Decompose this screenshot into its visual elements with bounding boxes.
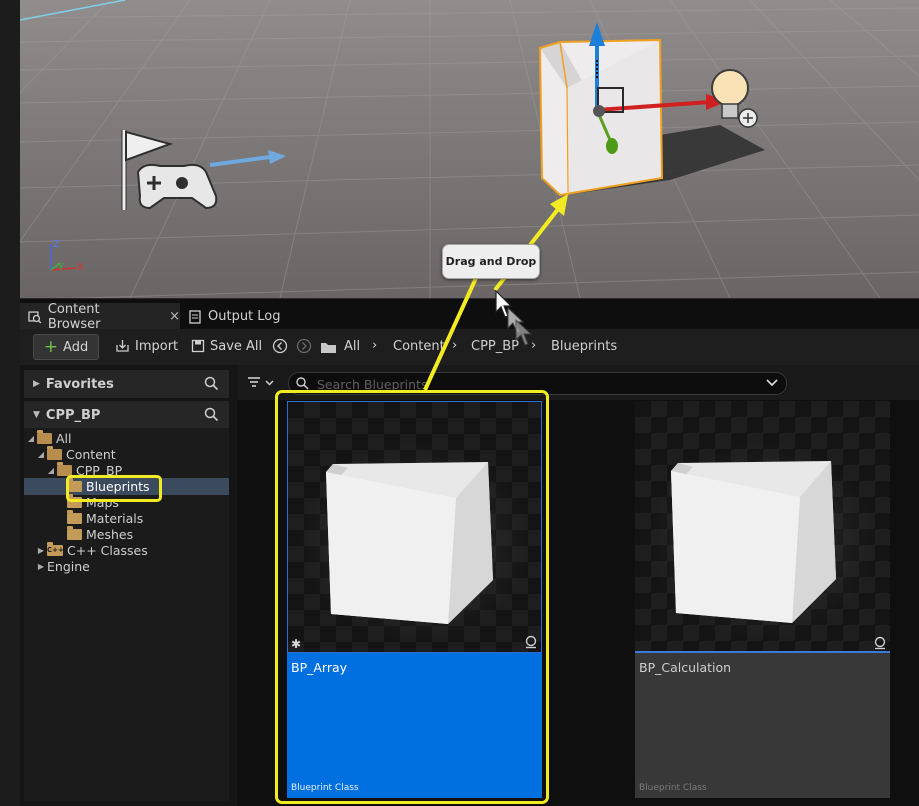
back-arrow-icon <box>272 338 288 354</box>
favorites-header[interactable]: ▶ Favorites <box>24 370 229 398</box>
chevron-down-icon: ▼ <box>33 410 40 420</box>
chevron-down-icon: ◢ <box>37 449 45 459</box>
folder-open-icon <box>37 429 52 444</box>
mouse-cursor-icon <box>495 290 533 346</box>
save-icon <box>191 339 205 353</box>
axis-label-x: X <box>77 262 84 273</box>
add-button[interactable]: + Add <box>33 334 99 360</box>
tree-label: All <box>56 430 72 446</box>
output-log-icon <box>189 309 201 324</box>
close-icon[interactable]: × <box>169 309 180 324</box>
drag-line-icon <box>423 277 478 391</box>
tree-item-meshes[interactable]: Meshes <box>67 525 134 542</box>
breadcrumb-blueprints[interactable]: Blueprints <box>551 339 617 354</box>
tree-label: Meshes <box>86 526 134 542</box>
filter-icon <box>248 377 274 387</box>
folder-open-icon <box>47 445 62 460</box>
save-all-button[interactable]: Save All <box>191 334 262 358</box>
tree-item-content[interactable]: ◢ Content <box>36 445 116 462</box>
plus-icon: + <box>43 336 59 357</box>
folder-icon <box>67 509 82 524</box>
forward-button[interactable] <box>296 338 312 358</box>
asset-label-area: BP_Calculation Blueprint Class <box>635 653 890 798</box>
asset-thumbnail <box>635 401 890 653</box>
asset-tile-bp-calculation[interactable]: BP_Calculation Blueprint Class <box>635 401 890 798</box>
code-folder-icon: C++ <box>47 541 64 556</box>
favorites-label: Favorites <box>45 376 114 392</box>
project-label: CPP_BP <box>45 407 101 423</box>
tree-item-cpp-classes[interactable]: ▶ C++ C++ Classes <box>36 541 148 558</box>
forward-arrow-icon <box>296 338 312 354</box>
tab-content-browser[interactable]: Content Browser × <box>20 301 180 332</box>
folder-icon <box>321 343 336 353</box>
asset-name: BP_Calculation <box>639 660 732 675</box>
left-dock-strip <box>0 0 20 806</box>
filter-button[interactable] <box>247 375 275 394</box>
breadcrumb-all[interactable]: All <box>344 339 360 354</box>
tab-output-log[interactable]: Output Log <box>180 303 290 330</box>
import-label: Import <box>135 338 179 354</box>
content-browser-icon <box>28 310 42 323</box>
search-icon[interactable] <box>204 376 219 391</box>
tree-label: Engine <box>47 558 90 574</box>
folder-root-button[interactable] <box>320 339 337 358</box>
chevron-right-icon[interactable]: › <box>372 338 377 353</box>
asset-type: Blueprint Class <box>639 783 707 793</box>
tree-label: Content <box>66 446 116 462</box>
drag-and-drop-tooltip: Drag and Drop <box>442 244 540 279</box>
search-icon[interactable] <box>204 407 219 422</box>
chevron-right-icon: ▶ <box>33 379 40 389</box>
chevron-right-icon: ▶ <box>37 545 45 555</box>
tree-label: C++ Classes <box>67 542 148 558</box>
add-label: Add <box>63 339 89 355</box>
import-button[interactable]: Import <box>115 334 178 358</box>
save-all-label: Save All <box>210 338 263 354</box>
axis-label-z: Z <box>53 239 60 250</box>
tree-item-materials[interactable]: Materials <box>67 509 144 526</box>
chevron-down-icon[interactable] <box>766 378 778 388</box>
tree-label: Materials <box>86 510 144 526</box>
project-header[interactable]: ▼ CPP_BP <box>24 401 229 429</box>
import-icon <box>116 340 129 352</box>
cube-thumbnail-icon <box>671 461 836 623</box>
axis-label-y: Y <box>58 262 65 273</box>
chevron-right-icon: ▶ <box>37 561 45 571</box>
tree-item-all[interactable]: ◢ All <box>26 429 72 446</box>
folder-open-icon <box>57 461 72 476</box>
chevron-down-icon: ◢ <box>27 433 35 443</box>
tree-item-engine[interactable]: ▶ Engine <box>36 558 90 574</box>
tab-label: Content Browser <box>47 301 101 332</box>
bp-array-highlight <box>275 390 549 804</box>
folder-icon <box>67 525 82 540</box>
back-button[interactable] <box>272 338 288 358</box>
blueprints-highlight <box>66 475 162 502</box>
chevron-down-icon: ◢ <box>47 465 55 475</box>
actor-class-icon <box>874 636 886 650</box>
sources-panel: ▶ Favorites ▼ CPP_BP ◢ All ◢ Content ◢ C <box>20 365 233 806</box>
tab-label: Output Log <box>208 309 281 324</box>
search-icon <box>296 377 309 390</box>
